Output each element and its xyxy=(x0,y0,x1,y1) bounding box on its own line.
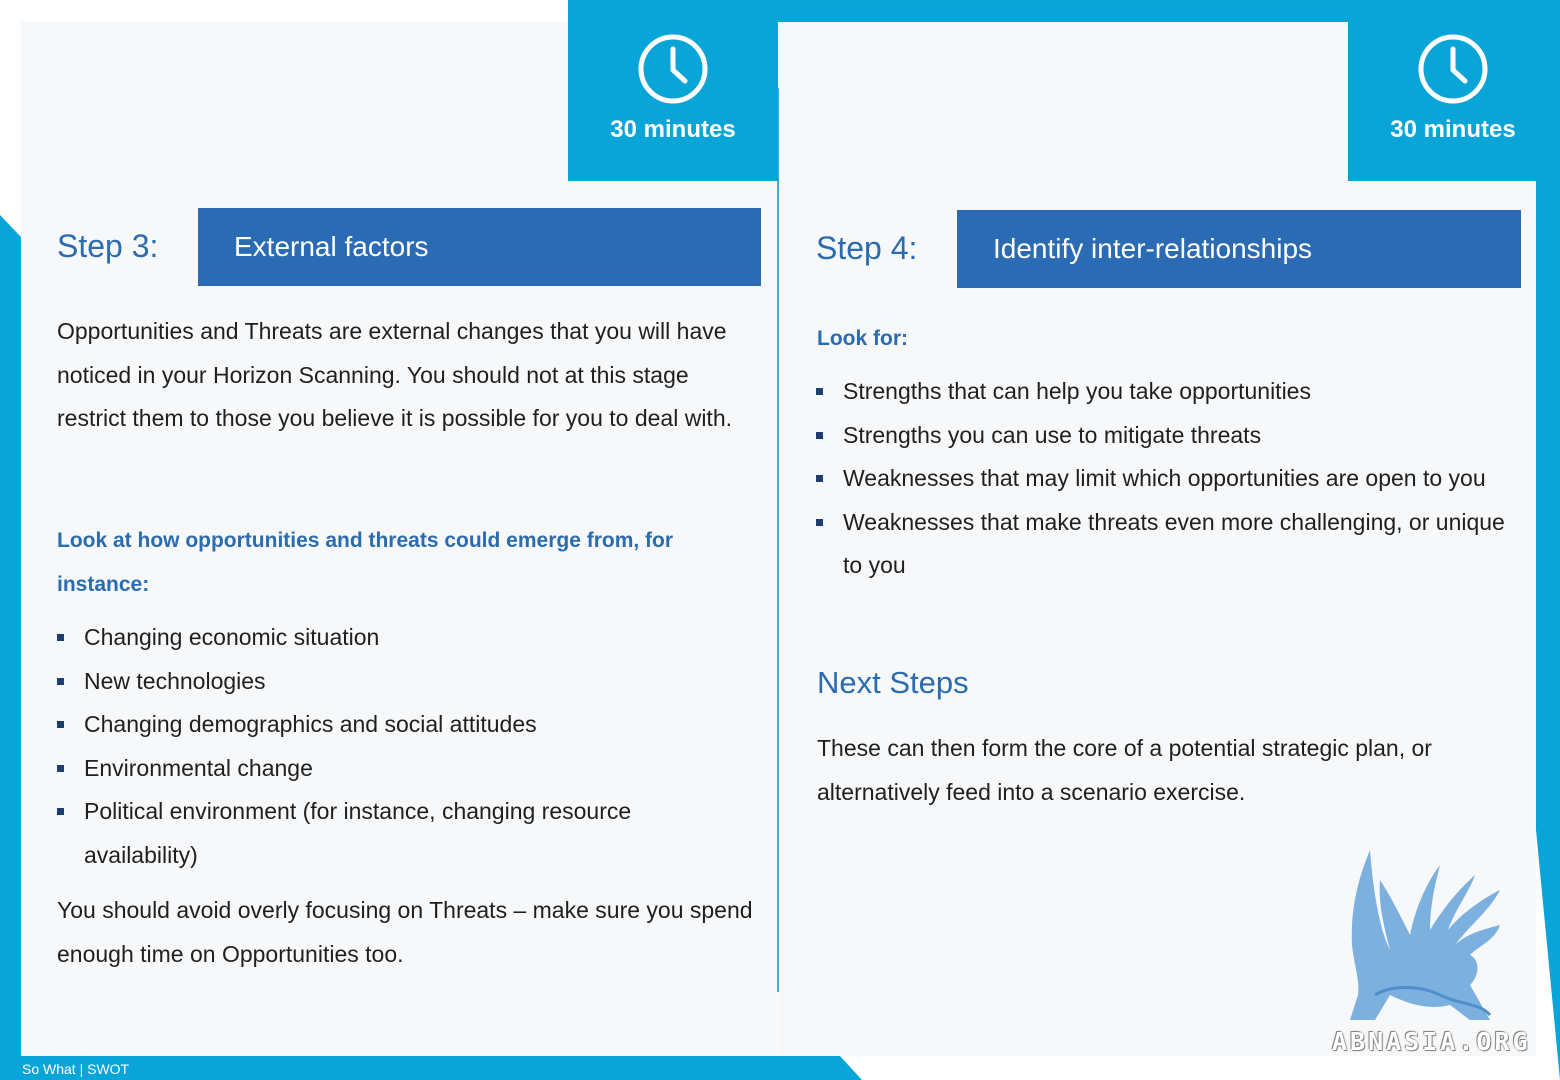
next-steps-heading: Next Steps xyxy=(817,665,969,700)
timer-label: 30 minutes xyxy=(1390,116,1516,143)
next-steps-text: These can then form the core of a potent… xyxy=(817,735,1432,805)
step4-label: Step 4: xyxy=(816,230,918,266)
timer-badge-step4: 30 minutes xyxy=(1348,0,1558,181)
step3-title-bar: External factors xyxy=(198,208,761,286)
list-item: Environmental change xyxy=(57,747,737,791)
list-item: Changing demographics and social attitud… xyxy=(57,703,737,747)
list-item: New technologies xyxy=(57,660,737,704)
left-accent-edge xyxy=(0,215,21,1080)
step3-subheading: Look at how opportunities and threats co… xyxy=(57,529,674,596)
step4-bullet-list: Strengths that can help you take opportu… xyxy=(816,370,1506,588)
column-divider xyxy=(777,88,779,992)
list-item: Political environment (for instance, cha… xyxy=(57,790,737,877)
list-item: Strengths that can help you take opportu… xyxy=(816,370,1506,414)
step4-title: Identify inter-relationships xyxy=(993,233,1313,264)
list-item: Changing economic situation xyxy=(57,616,737,660)
step3-label: Step 3: xyxy=(57,228,159,264)
step3-intro: Opportunities and Threats are external c… xyxy=(57,318,732,431)
clock-icon xyxy=(1418,34,1488,104)
clock-icon xyxy=(638,34,708,104)
griffin-logo xyxy=(1350,850,1500,1020)
step3-title: External factors xyxy=(234,231,429,262)
top-left-blank xyxy=(0,0,568,22)
footer-bar xyxy=(0,1056,862,1080)
timer-label: 30 minutes xyxy=(610,116,736,143)
step4-subheading: Look for: xyxy=(817,327,908,350)
list-item: Strengths you can use to mitigate threat… xyxy=(816,414,1506,458)
step4-title-bar: Identify inter-relationships xyxy=(957,210,1521,288)
list-item: Weaknesses that may limit which opportun… xyxy=(816,457,1506,501)
step3-bullet-list: Changing economic situation New technolo… xyxy=(57,616,737,877)
watermark-text: ABNASIA.ORG xyxy=(1332,1027,1531,1056)
timer-badge-step3: 30 minutes xyxy=(568,0,778,181)
list-item: Weaknesses that make threats even more c… xyxy=(816,501,1506,588)
footer-label: So What | SWOT xyxy=(22,1061,130,1077)
step3-closing: You should avoid overly focusing on Thre… xyxy=(57,897,753,967)
